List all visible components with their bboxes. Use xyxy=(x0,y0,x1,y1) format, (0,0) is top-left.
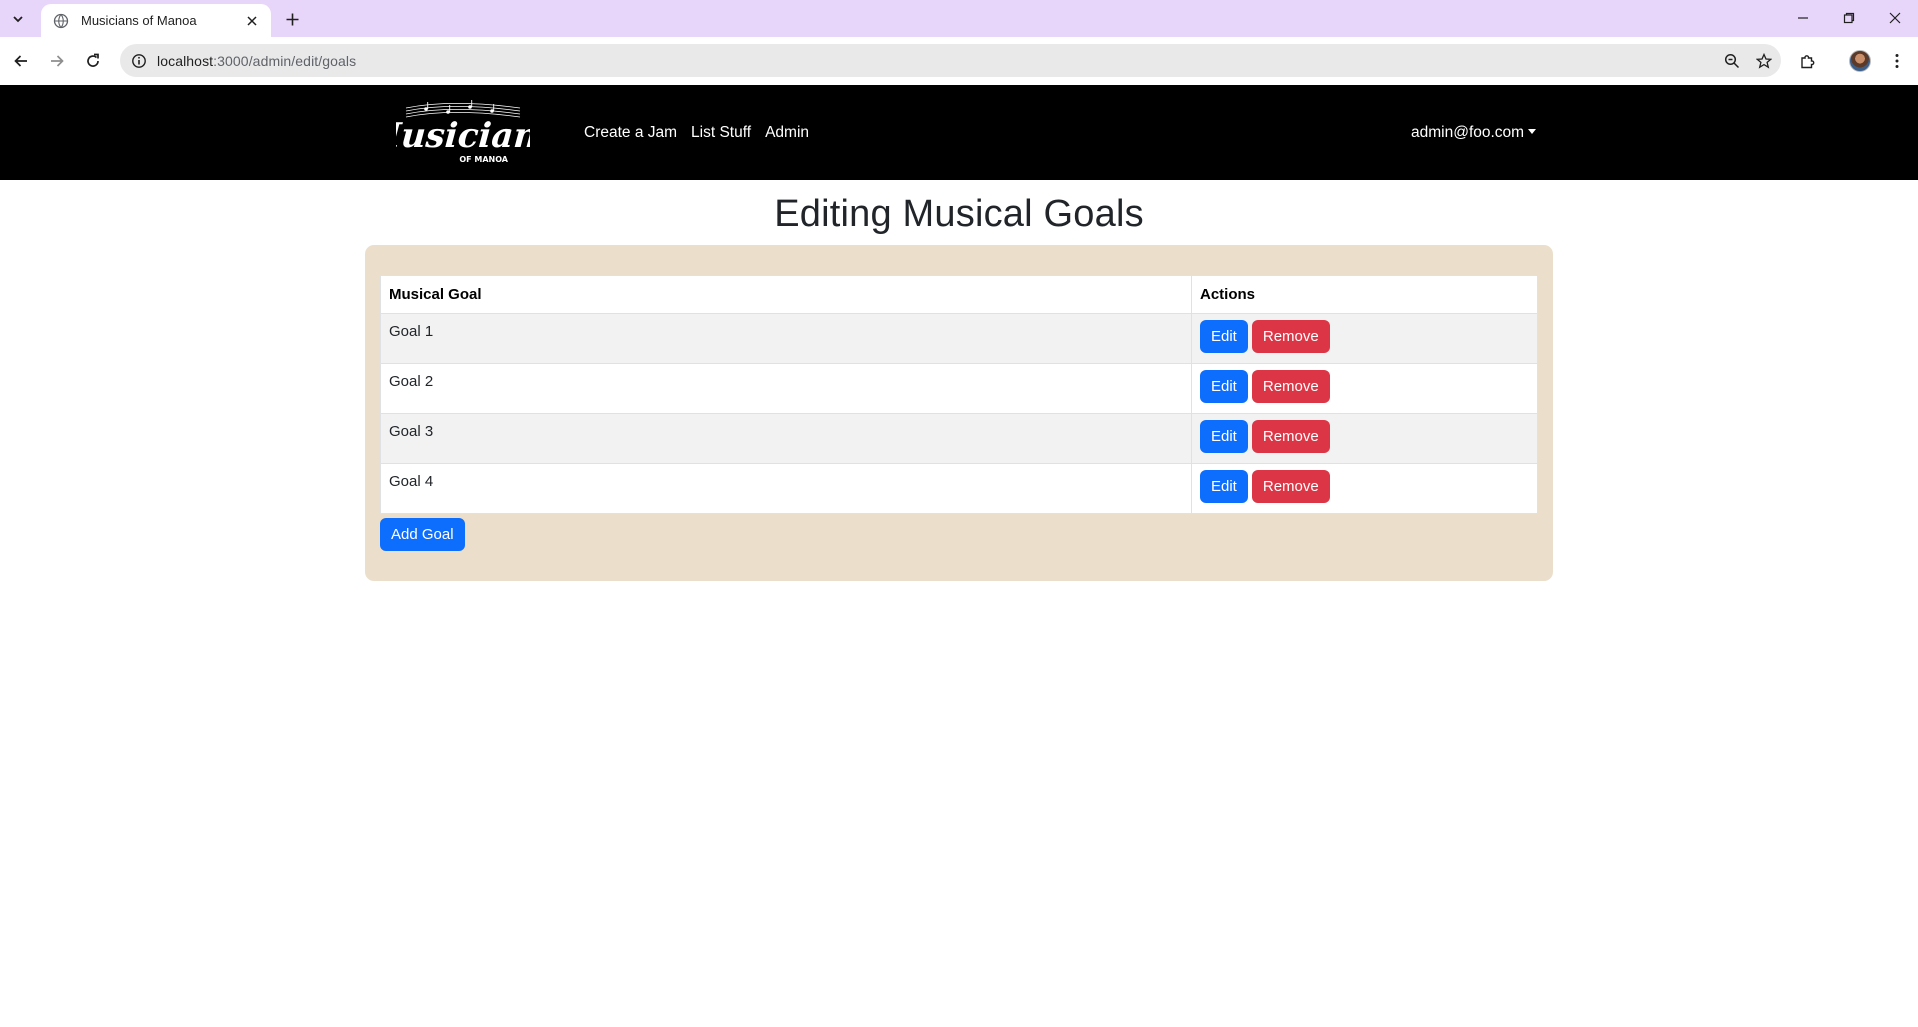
goals-table: Musical Goal Actions Goal 1 Edit Remove G… xyxy=(380,275,1538,514)
remove-button[interactable]: Remove xyxy=(1251,370,1330,403)
close-tab-icon[interactable] xyxy=(243,12,261,30)
table-row: Goal 4 Edit Remove xyxy=(380,463,1538,514)
globe-icon xyxy=(53,13,69,28)
forward-arrow-icon[interactable] xyxy=(43,47,71,75)
add-goal-button[interactable]: Add Goal xyxy=(380,518,465,551)
avatar xyxy=(1849,50,1871,72)
actions-cell: Edit Remove xyxy=(1191,463,1538,514)
site-info-icon[interactable] xyxy=(131,53,147,69)
reload-icon[interactable] xyxy=(79,47,107,75)
extensions-puzzle-icon[interactable] xyxy=(1795,49,1819,73)
remove-button[interactable]: Remove xyxy=(1251,320,1330,353)
goals-card: Musical Goal Actions Goal 1 Edit Remove G… xyxy=(365,245,1553,581)
user-email: admin@foo.com xyxy=(1411,123,1525,141)
tab-title: Musicians of Manoa xyxy=(81,13,197,28)
edit-button[interactable]: Edit xyxy=(1200,470,1248,503)
url-host: localhost xyxy=(157,52,214,69)
zoom-icon[interactable] xyxy=(1720,49,1744,73)
table-row: Goal 2 Edit Remove xyxy=(380,363,1538,414)
user-dropdown[interactable]: admin@foo.com xyxy=(1411,85,1537,180)
browser-tab[interactable]: Musicians of Manoa xyxy=(41,4,271,37)
table-row: Goal 1 Edit Remove xyxy=(380,313,1538,364)
actions-cell: Edit Remove xyxy=(1191,363,1538,414)
table-row: Goal 3 Edit Remove xyxy=(380,413,1538,464)
nav-links: Create a Jam List Stuff Admin xyxy=(577,85,816,180)
remove-button[interactable]: Remove xyxy=(1251,470,1330,503)
edit-button[interactable]: Edit xyxy=(1200,420,1248,453)
nav-link-list-stuff[interactable]: List Stuff xyxy=(684,124,758,142)
goal-name: Goal 2 xyxy=(380,363,1192,414)
goal-name: Goal 1 xyxy=(380,313,1192,364)
nav-link-admin[interactable]: Admin xyxy=(758,124,816,142)
restore-window-icon[interactable] xyxy=(1831,6,1867,30)
logo-wordmark: Musicians xyxy=(396,116,530,156)
tab-search-chevron-icon[interactable] xyxy=(6,8,30,30)
column-header-actions: Actions xyxy=(1191,275,1538,314)
actions-cell: Edit Remove xyxy=(1191,413,1538,464)
goal-name: Goal 4 xyxy=(380,463,1192,514)
address-bar[interactable]: localhost:3000/admin/edit/goals xyxy=(120,44,1781,77)
browser-menu-icon[interactable] xyxy=(1885,49,1909,73)
logo-subtext: OF MANOA xyxy=(459,155,508,164)
browser-toolbar: localhost:3000/admin/edit/goals xyxy=(0,37,1918,85)
minimize-window-icon[interactable] xyxy=(1785,6,1821,30)
page-title: Editing Musical Goals xyxy=(774,193,1144,235)
table-header-row: Musical Goal Actions xyxy=(380,275,1538,314)
bookmark-star-icon[interactable] xyxy=(1752,49,1776,73)
back-arrow-icon[interactable] xyxy=(7,47,35,75)
music-staff-icon xyxy=(405,100,521,118)
new-tab-icon[interactable] xyxy=(280,8,304,30)
edit-button[interactable]: Edit xyxy=(1200,370,1248,403)
caret-down-icon xyxy=(1528,128,1537,134)
site-navbar: Musicians OF MANOA Create a Jam List Stu… xyxy=(0,85,1918,180)
browser-tab-strip: Musicians of Manoa xyxy=(0,0,1918,37)
profile-avatar[interactable] xyxy=(1848,49,1872,73)
url-path: :3000/admin/edit/goals xyxy=(213,52,357,69)
close-window-icon[interactable] xyxy=(1877,6,1913,30)
column-header-musical-goal: Musical Goal xyxy=(380,275,1192,314)
goal-name: Goal 3 xyxy=(380,413,1192,464)
actions-cell: Edit Remove xyxy=(1191,313,1538,364)
edit-button[interactable]: Edit xyxy=(1200,320,1248,353)
remove-button[interactable]: Remove xyxy=(1251,420,1330,453)
url-text: localhost:3000/admin/edit/goals xyxy=(157,53,356,69)
nav-link-create-jam[interactable]: Create a Jam xyxy=(577,124,684,142)
musicians-of-manoa-logo[interactable]: Musicians OF MANOA xyxy=(396,99,530,165)
